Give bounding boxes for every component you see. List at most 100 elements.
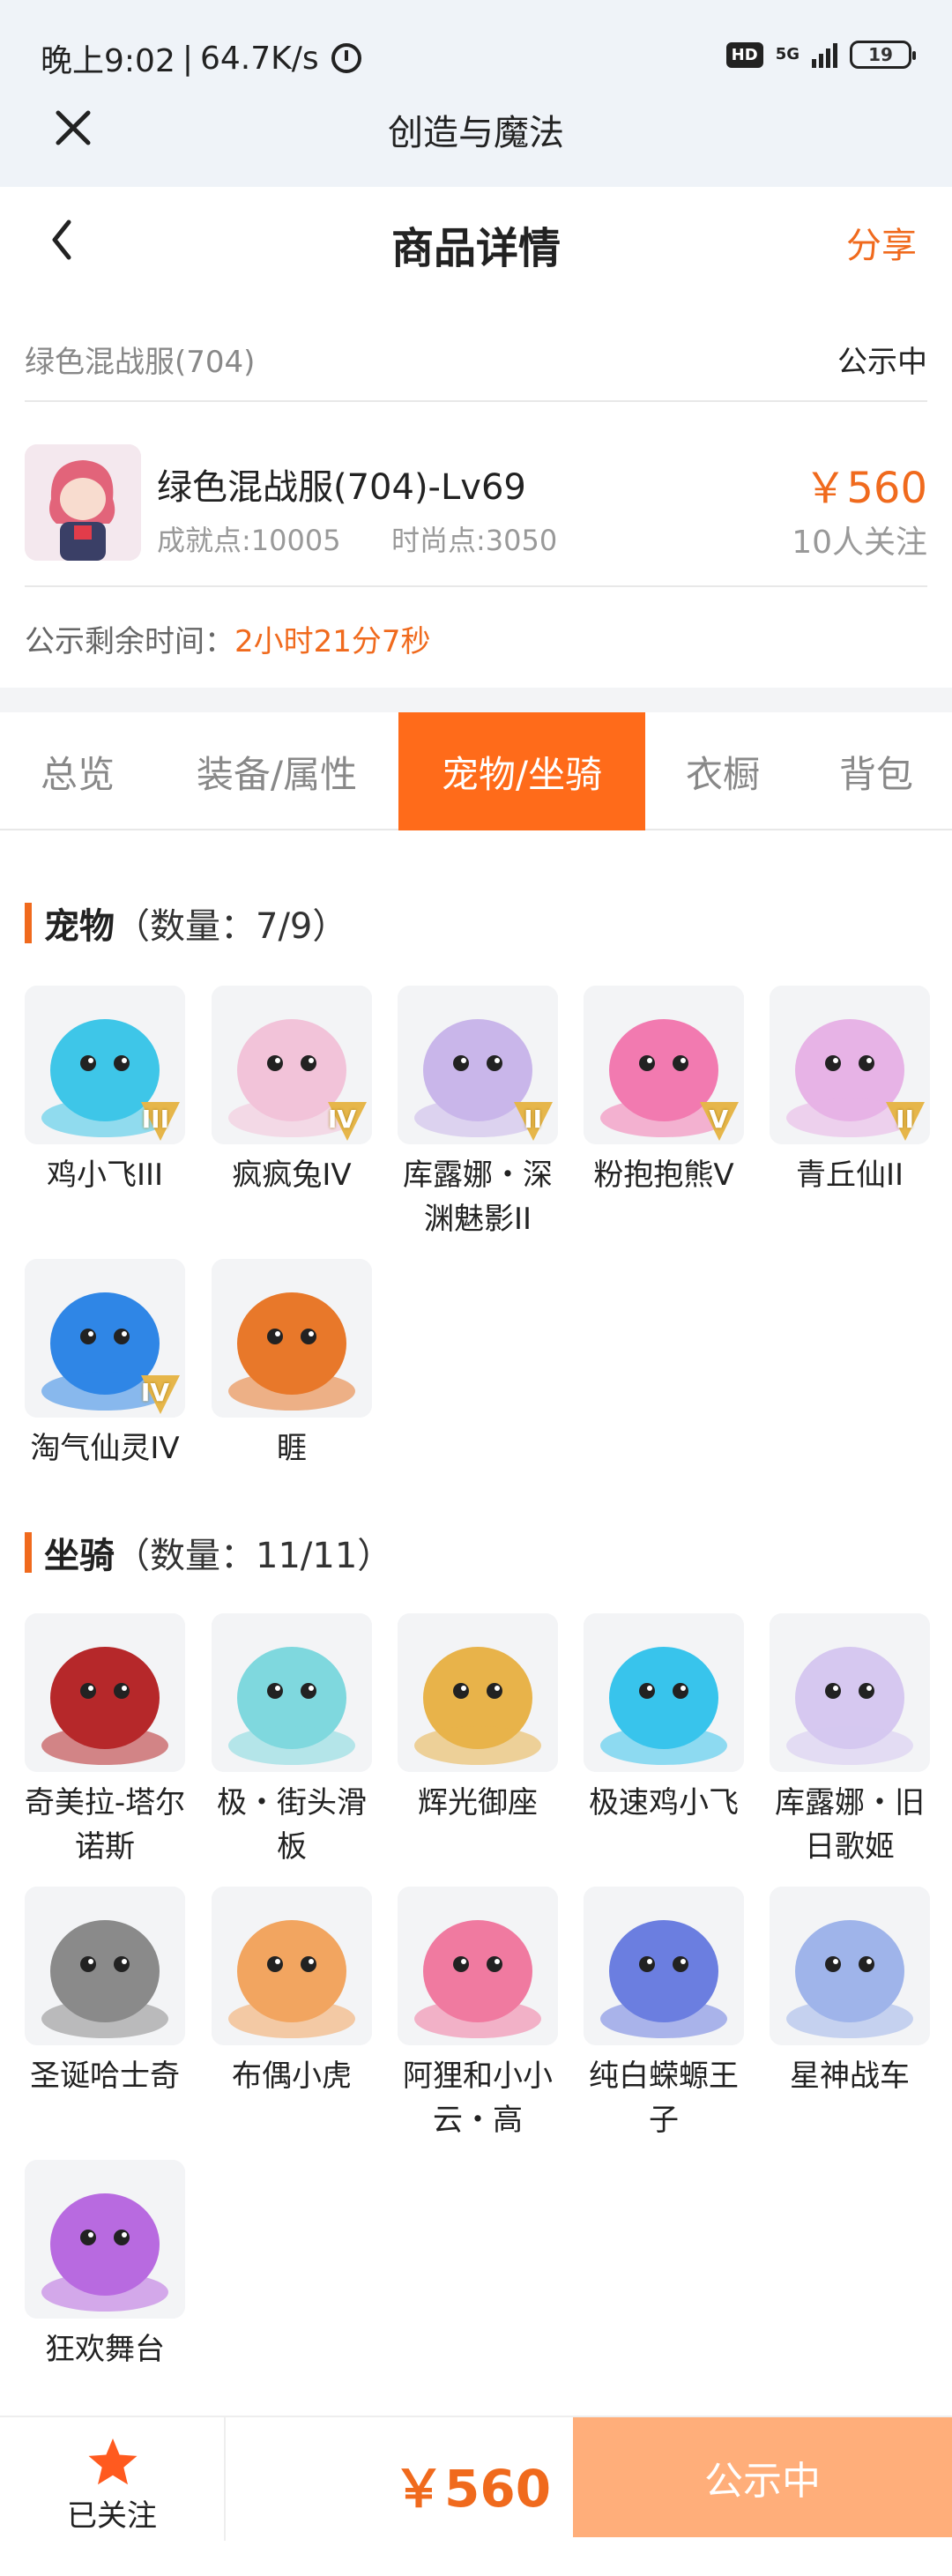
pet-item[interactable]: V 粉抱抱熊Ⅴ: [584, 986, 744, 1197]
kuluna-icon: II: [398, 986, 558, 1144]
item-name: 狂欢舞台: [45, 2332, 165, 2367]
tab-pets-mounts[interactable]: 宠物/坐骑: [398, 712, 645, 830]
speed-chick-icon: [584, 1613, 744, 1772]
carnival-stage-icon: [25, 2160, 185, 2319]
battery-icon: 19: [850, 41, 916, 69]
star-icon: [88, 2438, 138, 2485]
divider: [0, 688, 952, 712]
chimera-icon: [25, 1613, 185, 1772]
pets-section-title: 宠物 （数量：7/9）: [25, 897, 347, 949]
fashion-points: 时尚点:3050: [391, 524, 558, 557]
axolotl-icon: [584, 1887, 744, 2045]
mount-item[interactable]: 狂欢舞台: [25, 2160, 185, 2371]
item-name: 辉光御座: [418, 1785, 538, 1820]
blue-spirit-icon: IV: [25, 1259, 185, 1418]
pet-item[interactable]: IV 淘气仙灵IV: [25, 1259, 185, 1470]
ali-cloud-icon: [398, 1887, 558, 2045]
mounts-section-title: 坐骑 （数量：11/11）: [25, 1527, 392, 1578]
tab-equipment[interactable]: 装备/属性: [155, 712, 398, 830]
item-name: 青丘仙II: [795, 1158, 904, 1193]
skateboard-icon: [212, 1613, 372, 1772]
item-name: 布偶小虎: [232, 2059, 352, 2094]
countdown-label: 公示剩余时间：: [25, 624, 234, 659]
follow-label: 已关注: [67, 2498, 157, 2534]
alarm-icon: [331, 43, 361, 73]
product-name: 绿色混战服(704)-Lv69: [157, 467, 526, 508]
item-name: 库露娜・旧日歌姬: [775, 1785, 925, 1865]
mount-item[interactable]: 圣诞哈士奇: [25, 1887, 185, 2098]
pet-item[interactable]: IV 疯疯兔IV: [212, 986, 372, 1197]
dragon-icon: [212, 1259, 372, 1418]
mount-item[interactable]: 极・街头滑板: [212, 1613, 372, 1869]
tier-badge: IV: [327, 1105, 356, 1134]
fox-fairy-icon: II: [770, 986, 930, 1144]
item-name: 极速鸡小飞: [589, 1785, 739, 1820]
publicity-status: 公示中: [837, 344, 927, 380]
tier-badge: IV: [140, 1378, 169, 1407]
star-chariot-icon: [770, 1887, 930, 2045]
pet-item[interactable]: II 库露娜・深渊魅影II: [398, 986, 558, 1241]
network-speed: 64.7K/s: [199, 40, 319, 77]
mounts-count: （数量：11/11）: [115, 1536, 393, 1576]
item-name: 粉抱抱熊Ⅴ: [593, 1158, 734, 1193]
item-name: 库露娜・深渊魅影II: [403, 1158, 553, 1237]
mount-item[interactable]: 库露娜・旧日歌姬: [770, 1613, 930, 1869]
app-bar: 创造与魔法: [0, 88, 952, 187]
tier-badge: II: [524, 1105, 542, 1134]
blue-chick-icon: III: [25, 986, 185, 1144]
item-name: 阿狸和小小云・高: [403, 2059, 553, 2138]
tab-overview[interactable]: 总览: [0, 712, 155, 830]
page-title: 商品详情: [390, 224, 561, 273]
mount-item[interactable]: 布偶小虎: [212, 1887, 372, 2098]
signal-icon: [812, 41, 837, 68]
follower-count: 10人关注: [792, 525, 927, 561]
network-type: 5G: [775, 45, 800, 63]
pet-item[interactable]: III 鸡小飞III: [25, 986, 185, 1197]
hd-icon: HD: [725, 41, 763, 68]
tab-backpack[interactable]: 背包: [800, 712, 952, 830]
bottom-action-bar: 已关注 ￥560 公示中: [0, 2416, 952, 2542]
battery-level: 19: [868, 44, 893, 65]
item-name: 鸡小飞III: [46, 1158, 164, 1193]
mount-item[interactable]: 阿狸和小小云・高: [398, 1887, 558, 2142]
item-name: 疯疯兔IV: [232, 1158, 352, 1193]
share-button[interactable]: 分享: [846, 217, 917, 268]
item-name: 睚: [277, 1431, 307, 1466]
character-avatar: [25, 444, 141, 561]
mount-item[interactable]: 极速鸡小飞: [584, 1613, 744, 1825]
item-name: 纯白蝾螈王子: [589, 2059, 739, 2138]
system-nav-bar: [0, 2541, 952, 2576]
product-price: ￥560: [804, 464, 927, 513]
tab-bar: 总览 装备/属性 宠物/坐骑 衣橱 背包: [0, 712, 952, 830]
pet-item[interactable]: 睚: [212, 1259, 372, 1470]
app-title: 创造与魔法: [388, 113, 564, 153]
item-name: 奇美拉-塔尔诺斯: [24, 1785, 186, 1865]
follow-button[interactable]: 已关注: [0, 2417, 226, 2542]
countdown-value: 2小时21分7秒: [234, 624, 431, 659]
mount-item[interactable]: 星神战车: [770, 1887, 930, 2098]
bottom-price: ￥560: [393, 2459, 552, 2519]
tier-badge: V: [709, 1105, 728, 1134]
mount-item[interactable]: 辉光御座: [398, 1613, 558, 1825]
golden-throne-icon: [398, 1613, 558, 1772]
product-summary[interactable]: 绿色混战服(704)-Lv69 成就点:10005 时尚点:3050 ￥560 …: [25, 414, 927, 587]
pets-count: （数量：7/9）: [115, 906, 348, 947]
pet-item[interactable]: II 青丘仙II: [770, 986, 930, 1197]
tier-badge: II: [896, 1105, 914, 1134]
husky-icon: [25, 1887, 185, 2045]
mount-item[interactable]: 奇美拉-塔尔诺斯: [25, 1613, 185, 1869]
page-header: 商品详情 分享: [0, 187, 952, 293]
mount-item[interactable]: 纯白蝾螈王子: [584, 1887, 744, 2142]
server-name: 绿色混战服(704): [25, 344, 256, 380]
countdown: 公示剩余时间：2小时21分7秒: [25, 617, 431, 660]
pink-bear-icon: V: [584, 986, 744, 1144]
tab-wardrobe[interactable]: 衣橱: [645, 712, 800, 830]
item-name: 极・街头滑板: [217, 1785, 367, 1865]
kuluna-singer-icon: [770, 1613, 930, 1772]
server-row: 绿色混战服(704) 公示中: [25, 317, 927, 402]
publicity-button[interactable]: 公示中: [573, 2417, 952, 2537]
achievement-points: 成就点:10005: [157, 524, 341, 557]
tier-badge: III: [141, 1105, 169, 1134]
status-time: 晚上9:02: [41, 43, 175, 79]
crazy-rabbit-icon: IV: [212, 986, 372, 1144]
